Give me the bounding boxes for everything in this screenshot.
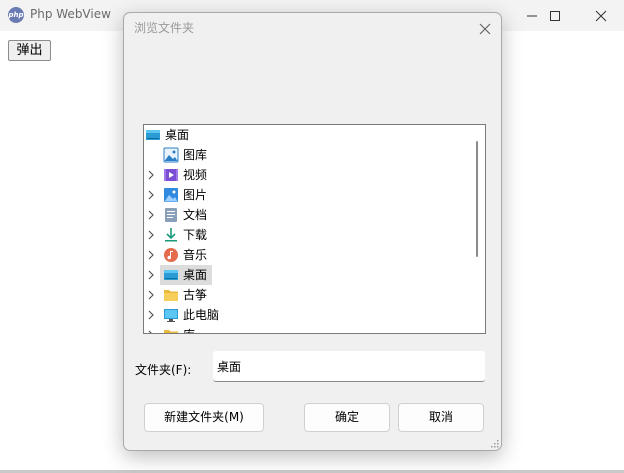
tree-item-label: 文档 <box>183 208 208 222</box>
popup-button[interactable]: 弹出 <box>8 40 51 61</box>
chevron-right-icon[interactable] <box>147 290 155 300</box>
tree-scrollbar[interactable] <box>476 141 478 257</box>
resize-grip-icon[interactable] <box>491 440 499 448</box>
window-title: Php WebView <box>30 7 111 21</box>
php-logo-icon: php <box>8 7 24 23</box>
tree-item-label: 库 <box>183 327 195 333</box>
music-icon <box>164 248 178 262</box>
tree-item-label: 下载 <box>183 228 208 242</box>
tree-item[interactable]: 音乐 <box>144 245 474 265</box>
this-pc-icon <box>164 309 178 322</box>
tree-item[interactable]: 古筝 <box>144 285 474 305</box>
new-folder-button[interactable]: 新建文件夹(M) <box>144 403 264 432</box>
tree-item-label: 音乐 <box>183 248 208 262</box>
tree-item[interactable]: 桌面 <box>144 265 474 285</box>
chevron-right-icon[interactable] <box>147 170 155 180</box>
tree-item-label: 图片 <box>183 188 208 202</box>
folder-input[interactable] <box>213 351 485 382</box>
chevron-right-icon[interactable] <box>147 190 155 200</box>
dialog-close-button[interactable] <box>475 19 495 39</box>
tree-item[interactable]: 下载 <box>144 225 474 245</box>
downloads-icon <box>165 228 177 242</box>
tree-item[interactable]: 图片 <box>144 185 474 205</box>
folder-icon <box>164 330 178 333</box>
chevron-right-icon[interactable] <box>147 310 155 320</box>
dialog-title: 浏览文件夹 <box>134 21 195 35</box>
window-close-button[interactable] <box>578 0 624 31</box>
browse-folder-dialog: 浏览文件夹 桌面图库视频图片文档下载音乐桌面古筝此电脑库 文件夹(F): 新建文… <box>123 12 502 451</box>
tree-item-label: 古筝 <box>183 288 208 302</box>
pictures-icon <box>164 188 178 202</box>
chevron-right-icon[interactable] <box>147 250 155 260</box>
ok-button[interactable]: 确定 <box>304 403 390 432</box>
tree-item-label: 桌面 <box>183 268 208 282</box>
tree-item-label: 此电脑 <box>183 308 220 322</box>
chevron-right-icon[interactable] <box>147 330 155 334</box>
tree-item-label: 图库 <box>183 148 208 162</box>
tree-item[interactable]: 图库 <box>144 145 474 165</box>
chevron-right-icon[interactable] <box>147 210 155 220</box>
documents-icon <box>165 208 177 222</box>
cancel-button[interactable]: 取消 <box>398 403 484 432</box>
gallery-icon <box>163 147 179 163</box>
maximize-icon <box>550 11 560 21</box>
tree-item[interactable]: 此电脑 <box>144 305 474 325</box>
tree-item-label: 桌面 <box>165 128 190 142</box>
videos-icon <box>164 169 178 181</box>
tree-item-label: 视频 <box>183 168 208 182</box>
desktop-icon <box>164 270 178 280</box>
close-icon <box>595 10 607 22</box>
close-icon <box>479 23 491 35</box>
folder-icon <box>164 290 178 301</box>
tree-item[interactable]: 库 <box>144 325 474 334</box>
folder-label: 文件夹(F): <box>135 363 192 377</box>
folder-tree[interactable]: 桌面图库视频图片文档下载音乐桌面古筝此电脑库 <box>143 124 486 334</box>
tree-item[interactable]: 桌面 <box>144 125 474 145</box>
chevron-right-icon[interactable] <box>147 230 155 240</box>
chevron-right-icon[interactable] <box>147 270 155 280</box>
maximize-button[interactable] <box>532 0 578 31</box>
desktop-icon <box>146 130 160 140</box>
tree-item[interactable]: 文档 <box>144 205 474 225</box>
tree-item[interactable]: 视频 <box>144 165 474 185</box>
